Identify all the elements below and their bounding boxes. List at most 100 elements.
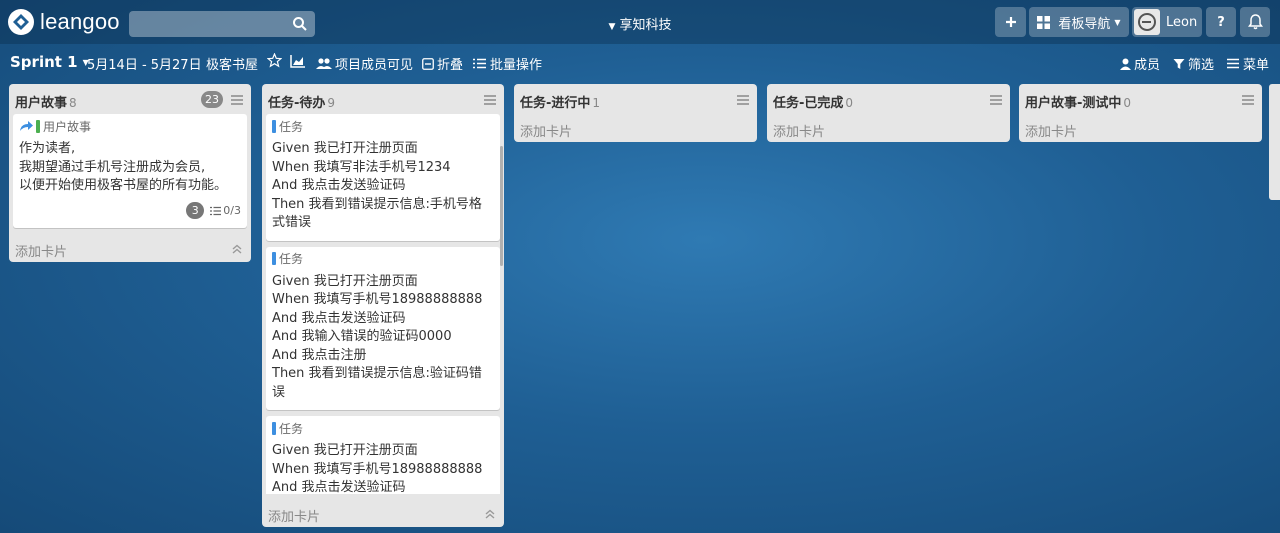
card-type: 任务 [272, 118, 494, 134]
list-name: 任务-待办 [268, 96, 326, 111]
card-body: Given 我已打开注册页面 When 我填写手机号18988888888 An… [272, 443, 483, 494]
add-card-label: 添加卡片 [15, 244, 68, 260]
add-card-button[interactable]: 添加卡片 [767, 114, 1010, 142]
card-body: Given 我已打开注册页面 When 我填写非法手机号1234 And 我点击… [272, 141, 482, 230]
list-card-count: 8 [69, 96, 77, 110]
leangoo-logo-icon [8, 9, 34, 35]
add-card-button[interactable]: 添加卡片 [514, 114, 757, 142]
add-card-label: 添加卡片 [268, 510, 321, 525]
card-type: 任务 [272, 420, 494, 436]
card-footer: 3 0/3 [19, 202, 241, 220]
list-card-count: 1 [592, 96, 601, 110]
list-name: 用户故事 [15, 96, 68, 111]
card[interactable]: 任务 Given 我已打开注册页面 When 我填写手机号18988888888… [266, 416, 500, 494]
hamburger-menu-icon[interactable] [990, 94, 1002, 105]
card-type-label: 任务 [279, 421, 304, 436]
story-points: 3 [186, 202, 205, 219]
help-button[interactable]: ? [1206, 7, 1236, 37]
board-nav-label: 看板导航 [1058, 16, 1111, 32]
batch-ops-button[interactable]: 批量操作 [473, 54, 542, 73]
filter-icon [1173, 58, 1185, 69]
card-body: Given 我已打开注册页面 When 我填写手机号18988888888 An… [272, 273, 483, 400]
user-menu[interactable]: Leon [1132, 7, 1202, 37]
add-card-button[interactable]: 添加卡片 [9, 234, 251, 262]
card-type: 任务 [272, 251, 494, 267]
checklist-progress: 0/3 [210, 204, 241, 217]
list-header[interactable]: 用户故事 8 23 [9, 84, 251, 114]
chart-icon[interactable] [290, 54, 306, 68]
search-input[interactable] [129, 11, 315, 37]
plus-icon [1005, 17, 1016, 27]
add-card-label: 添加卡片 [1025, 125, 1078, 140]
bell-icon [1247, 14, 1263, 30]
list-stories-testing: 用户故事-测试中 0 添加卡片 [1019, 84, 1262, 142]
card[interactable]: 任务 Given 我已打开注册页面 When 我填写非法手机号1234 And … [266, 114, 500, 241]
notifications-button[interactable] [1240, 7, 1270, 37]
hamburger-menu-icon[interactable] [1242, 94, 1254, 105]
list-tasks-todo: 任务-待办 9 任务 Given 我已打开注册页面 When 我填写非法手机号12… [262, 84, 504, 527]
double-chevron-up-icon[interactable] [484, 508, 496, 520]
list-card-count: 9 [327, 96, 336, 110]
user-name: Leon [1166, 14, 1198, 30]
sprint-title: Sprint 1 [10, 53, 78, 71]
list-scroll-area[interactable]: 任务 Given 我已打开注册页面 When 我填写非法手机号1234 And … [262, 114, 504, 494]
users-icon [316, 58, 332, 69]
add-card-label: 添加卡片 [520, 125, 573, 140]
card[interactable]: 用户故事 作为读者, 我期望通过手机号注册成为会员, 以便开始使用极客书屋的所有… [13, 114, 247, 228]
double-chevron-up-icon[interactable] [231, 243, 243, 255]
filter-label: 筛选 [1188, 58, 1215, 73]
star-icon[interactable] [267, 53, 282, 68]
project-name[interactable]: 极客书屋 [206, 54, 258, 73]
add-card-label: 添加卡片 [773, 125, 826, 140]
menu-icon [1227, 58, 1239, 69]
filter-button[interactable]: 筛选 [1173, 54, 1214, 73]
list-name: 任务-进行中 [520, 96, 591, 111]
caret-down-icon: ▼ [608, 22, 616, 32]
top-bar: leangoo ▼ 享知科技 看板导航 ▼ Leon ? [0, 0, 1280, 44]
list-header[interactable]: 用户故事-测试中 0 [1019, 84, 1262, 114]
board-nav-button[interactable]: 看板导航 ▼ [1029, 7, 1129, 37]
avatar [1134, 9, 1160, 35]
grid-icon [1037, 15, 1051, 29]
add-card-button[interactable]: 添加卡片 [262, 499, 504, 527]
members-button[interactable]: 成员 [1120, 54, 1160, 73]
logo[interactable]: leangoo [8, 8, 120, 36]
list-name: 任务-已完成 [773, 96, 844, 111]
share-arrow-icon [20, 121, 33, 131]
hamburger-menu-icon[interactable] [737, 94, 749, 105]
task-type-marker [272, 421, 276, 435]
menu-button[interactable]: 菜单 [1227, 54, 1269, 73]
checklist-count: 0/3 [223, 204, 241, 217]
caret-down-icon: ▼ [1114, 17, 1121, 27]
hamburger-menu-icon[interactable] [484, 94, 496, 105]
card[interactable]: 任务 Given 我已打开注册页面 When 我填写手机号18988888888… [266, 246, 500, 410]
list-header[interactable]: 任务-进行中 1 [514, 84, 757, 114]
visibility-button[interactable]: 项目成员可见 [316, 54, 413, 73]
scrollbar[interactable] [500, 146, 503, 266]
menu-label: 菜单 [1243, 58, 1270, 73]
visibility-label: 项目成员可见 [335, 58, 414, 73]
search-icon[interactable] [292, 16, 308, 32]
user-icon [1120, 58, 1131, 70]
collapse-label: 折叠 [437, 58, 464, 73]
list-card-count: 0 [1123, 96, 1132, 110]
list-icon [473, 58, 486, 69]
collapse-button[interactable]: 折叠 [422, 54, 463, 73]
add-card-button[interactable]: 添加卡片 [1019, 114, 1262, 142]
date-range[interactable]: 5月14日 - 5月27日 [87, 54, 202, 73]
list-header[interactable]: 任务-已完成 0 [767, 84, 1010, 114]
card-body: 作为读者, 我期望通过手机号注册成为会员, 以便开始使用极客书屋的所有功能。 [19, 141, 228, 193]
card-type-label: 任务 [279, 119, 304, 134]
next-list-edge[interactable] [1269, 84, 1280, 200]
list-header[interactable]: 任务-待办 9 [262, 84, 504, 114]
help-label: ? [1217, 14, 1225, 30]
list-tasks-in-progress: 任务-进行中 1 添加卡片 [514, 84, 757, 142]
add-button[interactable] [995, 7, 1026, 37]
task-type-marker [272, 119, 276, 133]
hamburger-menu-icon[interactable] [231, 94, 243, 105]
task-type-marker [272, 252, 276, 265]
sprint-selector[interactable]: Sprint 1 ▼ [10, 53, 89, 71]
card-type: 用户故事 [19, 118, 241, 134]
org-selector[interactable]: ▼ 享知科技 [560, 14, 720, 33]
collapse-icon [422, 57, 434, 70]
